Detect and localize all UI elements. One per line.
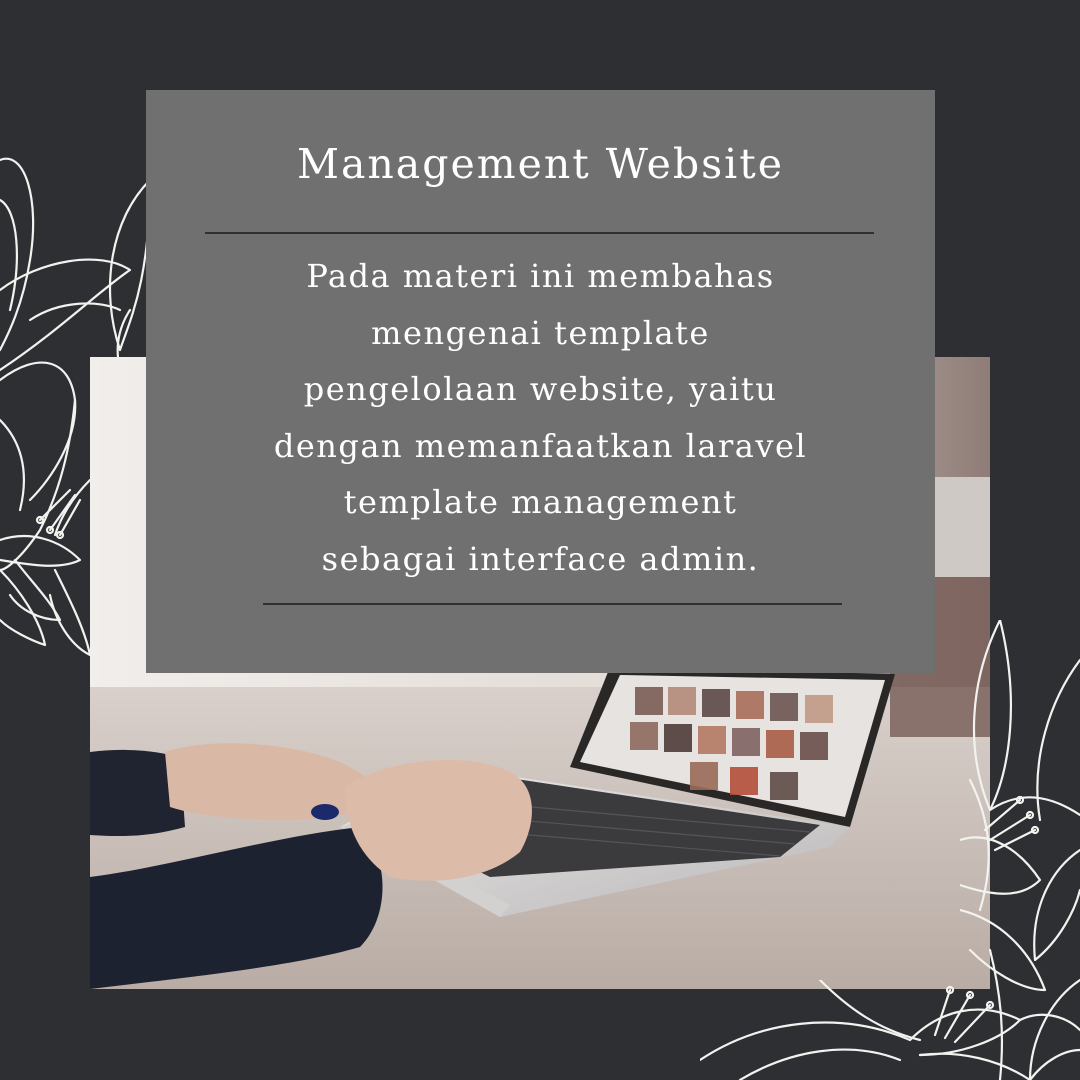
divider-bottom bbox=[263, 603, 842, 605]
floral-bottom-icon bbox=[700, 980, 1080, 1080]
card-body: Pada materi ini membahas mengenai templa… bbox=[186, 248, 895, 587]
info-card: Management Website Pada materi ini memba… bbox=[146, 90, 935, 673]
body-line: Pada materi ini membahas bbox=[306, 257, 775, 295]
body-line: template management bbox=[343, 483, 738, 521]
card-title: Management Website bbox=[296, 140, 785, 188]
divider-top bbox=[205, 232, 874, 234]
body-line: sebagai interface admin. bbox=[321, 539, 760, 578]
body-line: pengelolaan website, yaitu bbox=[303, 370, 778, 408]
poster: Management Website Pada materi ini memba… bbox=[0, 0, 1080, 1080]
body-line: mengenai template bbox=[371, 313, 710, 352]
body-line: dengan memanfaatkan laravel bbox=[273, 426, 808, 465]
